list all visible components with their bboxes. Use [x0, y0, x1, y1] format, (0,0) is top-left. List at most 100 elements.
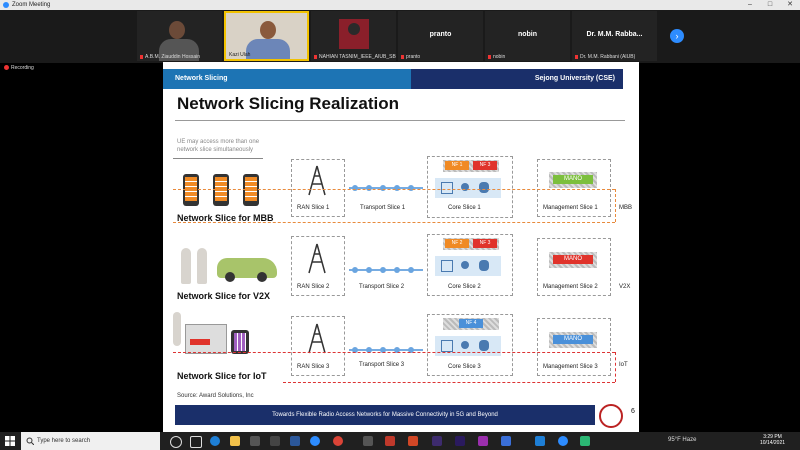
core-functions-icon: [435, 336, 501, 356]
participant-display-name: pranto: [429, 31, 452, 38]
pedestrian-icon: [181, 248, 191, 284]
core-functions-icon: [435, 178, 501, 198]
ran-slice-label: RAN Slice 2: [297, 284, 330, 290]
taskbar-clock[interactable]: 3:29 PM 10/14/2021: [760, 434, 785, 446]
weather-widget[interactable]: 95°F Haze: [668, 437, 696, 443]
mano-badge: MANO: [553, 335, 593, 344]
mano-badge: MANO: [553, 175, 593, 184]
university-seal-logo: [599, 404, 623, 428]
app-icon-blue[interactable]: [558, 436, 568, 446]
radio-tower-icon: [308, 165, 326, 196]
participant-name: Kazi Ulah: [229, 52, 251, 58]
management-slice-label: Management Slice 3: [543, 364, 598, 370]
chrome-icon[interactable]: [333, 436, 343, 446]
app-icon-purple[interactable]: [478, 436, 488, 446]
mic-muted-icon: [488, 54, 491, 59]
nf-badge: NF 4: [459, 319, 483, 328]
close-button[interactable]: ✕: [780, 0, 800, 10]
mic-muted-icon: [401, 54, 404, 59]
ran-slice-label: RAN Slice 1: [297, 205, 330, 211]
mano-badge: MANO: [553, 255, 593, 264]
edge-browser-icon[interactable]: [210, 436, 220, 446]
vending-machine-icon: [185, 324, 227, 354]
smartphone-icon: [243, 174, 259, 206]
task-view-icon[interactable]: [190, 436, 202, 448]
participant-tile[interactable]: nobin nobin: [485, 11, 570, 61]
core-slice-label: Core Slice 1: [448, 205, 481, 211]
mic-muted-icon: [314, 54, 317, 59]
participant-name: nobin: [493, 54, 506, 60]
ue-bracket: [173, 158, 263, 161]
minimize-button[interactable]: –: [740, 0, 760, 10]
participant-tile[interactable]: pranto pranto: [398, 11, 483, 61]
slice-path-mbb: [173, 189, 615, 190]
ran-slice-label: RAN Slice 3: [297, 364, 330, 370]
windows-start-icon[interactable]: [5, 436, 15, 446]
cortana-icon[interactable]: [170, 436, 182, 448]
maximize-button[interactable]: □: [760, 0, 780, 10]
app-icon[interactable]: [363, 436, 373, 446]
slide-header-topic: Network Slicing: [163, 69, 411, 89]
smartphone-icon: [213, 174, 229, 206]
slice-tag-v2x: V2X: [619, 284, 631, 290]
slice-tag-mbb: MBB: [619, 205, 633, 211]
nf-badge: NF 2: [445, 239, 469, 248]
store-icon[interactable]: [250, 436, 260, 446]
transport-slice-label: Transport Slice 2: [359, 284, 405, 290]
participant-name: NAHIAN TASNIM_IEEE_AIUB_SB: [319, 54, 396, 60]
participant-name: Dr. M.M. Rabbani (AIUB): [580, 54, 636, 60]
pedestrian-icon: [197, 248, 207, 284]
search-placeholder: Type here to search: [37, 438, 91, 444]
ue-note: UE may access more than one network slic…: [177, 139, 260, 153]
smartwatch-icon: [231, 330, 249, 354]
clock-date: 10/14/2021: [760, 440, 786, 446]
premiere-pro-icon[interactable]: [455, 436, 465, 446]
transport-slice-label: Transport Slice 3: [359, 362, 405, 368]
powerpoint-icon[interactable]: [408, 436, 418, 446]
photoshop-icon[interactable]: [501, 436, 511, 446]
participant-name: A.B.M. Ziauddin Hossain: [145, 54, 201, 60]
radio-tower-icon: [308, 323, 326, 354]
slice-path-iot: [173, 352, 615, 353]
nf-badge: NF 1: [445, 161, 469, 170]
slice-tag-iot: IoT: [619, 362, 628, 368]
smartphone-icon: [183, 174, 199, 206]
nf-badge: NF 3: [473, 161, 497, 170]
next-page-button[interactable]: ›: [670, 29, 684, 43]
core-functions-icon: [435, 256, 501, 276]
recording-dot-icon: [4, 65, 9, 71]
slide-footer: Towards Flexible Radio Access Networks f…: [175, 405, 595, 425]
participant-display-name: nobin: [517, 31, 538, 38]
slice-path-mbb: [173, 222, 615, 223]
slide-page-number: 6: [631, 408, 635, 415]
after-effects-icon[interactable]: [432, 436, 442, 446]
participant-display-name: Dr. M.M. Rabba...: [586, 31, 643, 38]
transport-path-icon: [349, 267, 423, 273]
participant-tile[interactable]: A.B.M. Ziauddin Hossain: [137, 11, 222, 61]
acrobat-icon[interactable]: [385, 436, 395, 446]
core-slice-label: Core Slice 2: [448, 284, 481, 290]
window-title: Zoom Meeting: [12, 2, 51, 8]
core-slice-label: Core Slice 3: [448, 364, 481, 370]
participant-name: pranto: [406, 54, 421, 60]
participant-tile[interactable]: Dr. M.M. Rabba... Dr. M.M. Rabbani (AIUB…: [572, 11, 657, 61]
word-icon[interactable]: [290, 436, 300, 446]
app-icon-green[interactable]: [580, 436, 590, 446]
person-icon: [173, 312, 181, 346]
taskbar-search-box[interactable]: Type here to search: [21, 432, 160, 450]
vscode-icon[interactable]: [535, 436, 545, 446]
participant-tile[interactable]: NAHIAN TASNIM_IEEE_AIUB_SB: [311, 11, 396, 61]
participant-tile-active-speaker[interactable]: Kazi Ulah: [224, 11, 309, 61]
nf-badge: NF 3: [473, 239, 497, 248]
mic-muted-icon: [140, 54, 143, 59]
zoom-taskbar-icon[interactable]: [310, 436, 320, 446]
slide-header-institution: Sejong University (CSE): [411, 69, 623, 89]
file-explorer-icon[interactable]: [230, 436, 240, 446]
slice-path-iot: [283, 382, 615, 383]
zoom-app-icon: [3, 2, 9, 8]
slice-path-mbb: [615, 189, 616, 222]
transport-path-icon: [349, 185, 423, 191]
slide-source: Source: Award Solutions, Inc: [177, 393, 254, 399]
mail-icon[interactable]: [270, 436, 280, 446]
shared-slide: Network Slicing Sejong University (CSE) …: [163, 62, 639, 432]
